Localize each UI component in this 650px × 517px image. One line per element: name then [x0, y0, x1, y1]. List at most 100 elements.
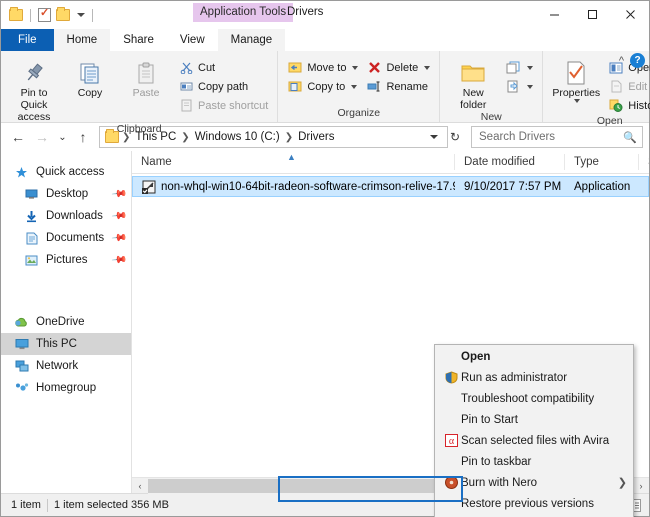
- tab-manage[interactable]: Manage: [217, 29, 286, 51]
- column-header-date-modified[interactable]: Date modified: [454, 154, 564, 170]
- collapse-ribbon-button[interactable]: ^: [619, 55, 624, 67]
- homegroup-icon: [13, 382, 30, 394]
- caret-down-icon[interactable]: [77, 13, 85, 17]
- chevron-down-icon[interactable]: [424, 65, 431, 70]
- easy-access-button[interactable]: [501, 77, 537, 96]
- context-menu-item-pin-to-start[interactable]: Pin to Start: [435, 409, 633, 430]
- copy-to-button[interactable]: Copy to: [283, 77, 362, 96]
- copy-label: Copy: [77, 87, 103, 99]
- folder-icon[interactable]: [9, 7, 23, 21]
- close-button[interactable]: [611, 1, 649, 28]
- new-item-button[interactable]: [501, 58, 537, 77]
- context-menu-item-run-as-administrator[interactable]: Run as administrator: [435, 367, 633, 388]
- chevron-down-icon[interactable]: [352, 65, 359, 70]
- shield-icon: [441, 371, 461, 384]
- context-menu-item-scan-with-avira[interactable]: α Scan selected files with Avira: [435, 430, 633, 451]
- delete-button[interactable]: Delete: [362, 58, 434, 77]
- chevron-down-icon[interactable]: [527, 65, 534, 70]
- onedrive-icon: [13, 317, 30, 328]
- sidebar-item-onedrive[interactable]: OneDrive: [1, 311, 131, 333]
- pin-icon[interactable]: 📌: [110, 230, 127, 246]
- pin-icon[interactable]: 📌: [110, 186, 127, 202]
- context-menu-item-troubleshoot-compatibility[interactable]: Troubleshoot compatibility: [435, 388, 633, 409]
- chevron-down-icon[interactable]: [574, 99, 581, 104]
- pin-to-quick-access-button[interactable]: Pin to Quick access: [6, 55, 62, 123]
- tab-view[interactable]: View: [167, 29, 218, 51]
- context-menu[interactable]: Open Run as administrator Troubleshoot c…: [434, 344, 634, 517]
- search-input[interactable]: [477, 130, 624, 144]
- sidebar-item-downloads[interactable]: Downloads 📌: [1, 205, 131, 227]
- sidebar-label: Quick access: [36, 166, 105, 178]
- context-menu-item-pin-to-taskbar[interactable]: Pin to taskbar: [435, 451, 633, 472]
- delete-label: Delete: [386, 61, 419, 74]
- tab-home[interactable]: Home: [53, 29, 111, 51]
- edit-label: Edit: [628, 80, 648, 93]
- cut-label: Cut: [198, 61, 216, 74]
- table-row[interactable]: non-whql-win10-64bit-radeon-software-cri…: [132, 176, 649, 197]
- pin-icon[interactable]: 📌: [110, 252, 127, 268]
- column-header-type[interactable]: Type: [564, 154, 638, 170]
- chevron-down-icon[interactable]: [527, 84, 534, 89]
- new-folder-icon: [460, 59, 486, 87]
- new-folder-button[interactable]: New folder: [445, 55, 501, 111]
- pin-icon[interactable]: 📌: [110, 208, 127, 224]
- new-small-buttons: [501, 55, 537, 96]
- context-menu-item-open[interactable]: Open: [435, 346, 633, 367]
- copy-path-label: Copy path: [198, 80, 249, 93]
- minimize-button[interactable]: [535, 1, 573, 28]
- copy-button[interactable]: Copy: [62, 55, 118, 99]
- organize-group-title: Organize: [337, 107, 381, 119]
- properties-button[interactable]: Properties: [548, 55, 604, 104]
- rename-button[interactable]: Rename: [362, 77, 434, 96]
- sidebar-item-network[interactable]: Network: [1, 355, 131, 377]
- sidebar-item-documents[interactable]: Documents 📌: [1, 227, 131, 249]
- sidebar-item-pictures[interactable]: Pictures 📌: [1, 249, 131, 271]
- paste-shortcut-button[interactable]: Paste shortcut: [174, 96, 272, 115]
- help-icon[interactable]: ?: [630, 53, 645, 68]
- paste-button[interactable]: Paste: [118, 55, 174, 99]
- new-group-title: New: [480, 111, 502, 124]
- breadcrumb-item-drivers[interactable]: Drivers: [294, 131, 338, 143]
- sidebar-item-this-pc[interactable]: This PC: [1, 333, 131, 355]
- history-button[interactable]: History: [604, 96, 650, 115]
- breadcrumb-sep-2[interactable]: ❯: [284, 132, 294, 143]
- clipboard-small-buttons: Cut Copy path Paste shortcut: [174, 55, 272, 115]
- column-header-size[interactable]: S: [638, 154, 649, 170]
- file-date-cell: 9/10/2017 7:57 PM: [464, 180, 562, 193]
- context-menu-item-burn-with-nero[interactable]: Burn with Nero ❯: [435, 472, 633, 493]
- column-headers: Name Date modified Type S ▲: [132, 151, 649, 174]
- scissors-icon: [178, 61, 194, 74]
- scrollbar-thumb[interactable]: [148, 478, 483, 493]
- maximize-button[interactable]: [573, 1, 611, 28]
- scroll-right-button[interactable]: ›: [633, 481, 649, 491]
- context-menu-label: Burn with Nero: [461, 476, 538, 489]
- sidebar-item-homegroup[interactable]: Homegroup: [1, 377, 131, 399]
- organize-col-1: Move to Copy to: [283, 55, 362, 96]
- breadcrumb-dropdown-icon[interactable]: [429, 135, 438, 139]
- new-folder-icon[interactable]: [56, 7, 70, 21]
- search-icon[interactable]: 🔍: [623, 131, 637, 144]
- sidebar-label: This PC: [36, 338, 77, 350]
- title-bar: Application Tools Drivers: [1, 1, 649, 29]
- desktop-icon: [23, 188, 40, 200]
- edit-button[interactable]: Edit: [604, 77, 650, 96]
- chevron-down-icon[interactable]: [351, 84, 358, 89]
- scroll-left-button[interactable]: ‹: [132, 481, 148, 491]
- context-menu-label: Restore previous versions: [461, 497, 594, 510]
- file-name-cell[interactable]: non-whql-win10-64bit-radeon-software-cri…: [133, 180, 455, 194]
- paste-shortcut-icon: [178, 99, 194, 112]
- chevron-right-icon: ❯: [617, 477, 627, 489]
- sidebar-item-desktop[interactable]: Desktop 📌: [1, 183, 131, 205]
- copy-path-button[interactable]: Copy path: [174, 77, 272, 96]
- tab-file[interactable]: File: [1, 29, 54, 51]
- cut-button[interactable]: Cut: [174, 58, 272, 77]
- move-to-button[interactable]: Move to: [283, 58, 362, 77]
- properties-icon[interactable]: [38, 6, 51, 22]
- paste-icon: [134, 59, 158, 87]
- context-menu-item-restore-previous-versions[interactable]: Restore previous versions: [435, 493, 633, 514]
- tab-share[interactable]: Share: [110, 29, 167, 51]
- properties-label: Properties: [552, 87, 601, 99]
- refresh-icon[interactable]: ↻: [450, 130, 460, 144]
- new-folder-label-1: New: [462, 87, 484, 99]
- sidebar-item-quick-access[interactable]: Quick access: [1, 161, 131, 183]
